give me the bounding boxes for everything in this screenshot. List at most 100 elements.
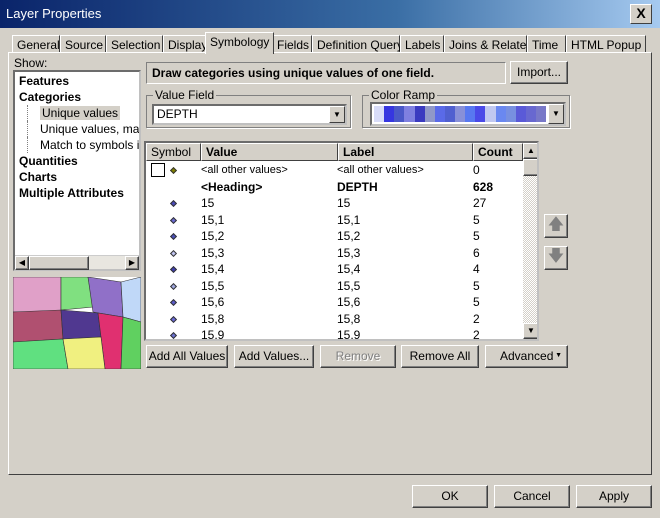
tree-item[interactable]: Features [19,73,135,89]
tab-general[interactable]: General [12,35,60,53]
ramp-color-cell [475,106,486,122]
values-table[interactable]: Symbol Value Label Count <all other valu… [144,141,539,341]
point-symbol-icon[interactable] [169,331,178,339]
move-up-arrow-icon[interactable]: 🡅 [544,214,568,238]
tree-item[interactable]: Unique values [27,105,135,121]
point-symbol-icon[interactable] [169,166,178,175]
tree-item[interactable]: Match to symbols in a style [27,137,139,153]
ok-button[interactable]: OK [412,485,488,508]
point-symbol-icon[interactable] [169,265,178,274]
table-row[interactable]: 15,3 15,3 6 [146,245,522,262]
cell-label[interactable]: DEPTH [337,179,378,195]
point-symbol-icon[interactable] [169,298,178,307]
ramp-color-cell [434,106,445,122]
point-symbol-icon[interactable] [169,232,178,241]
cell-label[interactable]: 15,2 [337,228,360,244]
header-label[interactable]: Label [338,143,473,161]
cell-value: 15,8 [201,311,225,326]
title-bar: Layer Properties [0,0,660,28]
show-tree[interactable]: Features Categories Unique values Unique va… [13,70,141,271]
ramp-color-cell [515,106,526,122]
color-ramp-select[interactable]: ▼ [370,102,566,126]
move-down-arrow-icon[interactable]: 🡇 [544,246,568,270]
tab-symbology[interactable]: Symbology [205,32,274,54]
cell-label[interactable]: 15,3 [337,245,360,261]
apply-button[interactable]: Apply [576,485,652,508]
table-row[interactable]: 15 15 27 [146,195,522,212]
table-row[interactable]: <Heading> DEPTH 628 [146,179,522,196]
table-row[interactable]: 15,1 15,1 5 [146,212,522,229]
tab-selection[interactable]: Selection [106,35,163,53]
scroll-right-icon[interactable]: ▶ [125,256,139,270]
ramp-color-cell [525,106,536,122]
tree-item[interactable]: Charts [19,169,135,185]
cell-count: 628 [473,179,494,194]
ramp-color-cell [505,106,516,122]
value-field-select[interactable]: DEPTH ▼ [152,104,347,125]
table-row[interactable]: <all other values> <all other values> 0 [146,162,522,179]
chevron-down-icon[interactable]: ▼ [548,104,564,124]
header-value[interactable]: Value [201,143,338,161]
checkbox[interactable] [151,163,165,177]
table-row[interactable]: 15,5 15,5 5 [146,278,522,295]
cell-label[interactable]: 15,8 [337,311,360,327]
cell-label[interactable]: 15,6 [337,294,360,310]
point-symbol-icon[interactable] [169,249,178,257]
cell-value: 15,4 [201,262,225,276]
chevron-down-icon[interactable]: ▼ [329,106,345,123]
cell-label[interactable]: 15,4 [337,261,360,277]
tree-item[interactable]: Multiple Attributes [19,185,135,201]
tree-item[interactable]: Quantities [19,153,135,169]
ramp-color-cell [444,106,455,122]
header-symbol[interactable]: Symbol [146,143,201,161]
tab-fields[interactable]: Fields [272,35,312,53]
tab-labels[interactable]: Labels [400,35,444,53]
table-row[interactable]: 15,8 15,8 2 [146,311,522,328]
table-row[interactable]: 15,6 15,6 5 [146,294,522,311]
tree-item-label: Charts [19,170,58,184]
tree-item[interactable]: Categories [19,89,135,105]
remove-button[interactable]: Remove [320,345,396,368]
cell-label[interactable]: 15,1 [337,212,360,228]
tree-item[interactable]: Unique values, many fields [27,121,139,137]
cancel-button[interactable]: Cancel [494,485,570,508]
scroll-thumb[interactable] [523,159,537,176]
cell-label[interactable]: 15,5 [337,278,360,294]
add-values-button[interactable]: Add Values... [234,345,314,368]
add-all-values-button[interactable]: Add All Values [146,345,228,368]
point-symbol-icon[interactable] [169,315,178,323]
cell-label[interactable]: 15,9 [337,327,360,339]
tab-definition-query[interactable]: Definition Query [312,35,403,53]
tab-display[interactable]: Display [163,35,207,53]
remove-all-button[interactable]: Remove All [401,345,479,368]
cell-value: 15 [201,196,215,210]
symbology-preview-map [13,277,141,369]
tree-horizontal-scrollbar[interactable]: ◀ ▶ [15,255,139,270]
table-row[interactable]: 15,4 15,4 4 [146,261,522,278]
close-button[interactable]: X [630,4,652,24]
point-symbol-icon[interactable] [169,199,178,208]
point-symbol-icon[interactable] [169,216,178,224]
cell-label[interactable]: 15 [337,195,350,211]
advanced-label: Advanced [500,349,554,363]
tree-item-label: Quantities [19,154,78,168]
dropdown-arrow-icon: ▼ [555,352,562,359]
tab-html-popup[interactable]: HTML Popup [566,35,646,53]
import-button[interactable]: Import... [510,61,568,84]
scroll-left-icon[interactable]: ◀ [15,256,29,270]
table-row[interactable]: 15,2 15,2 5 [146,228,522,245]
scroll-up-icon[interactable]: ▲ [523,143,537,159]
scroll-down-icon[interactable]: ▼ [523,323,537,339]
point-symbol-icon[interactable] [169,282,178,290]
tab-source[interactable]: Source [60,35,106,53]
scroll-thumb[interactable] [29,256,89,270]
cell-label[interactable]: <all other values> [337,162,424,178]
tab-joins-relates[interactable]: Joins & Relates [444,35,532,53]
value-field-label: Value Field [153,88,217,102]
advanced-button[interactable]: Advanced ▼ [485,345,568,368]
header-count[interactable]: Count [473,143,523,161]
table-vertical-scrollbar[interactable]: ▲ ▼ [523,143,537,339]
table-row[interactable]: 15,9 15,9 2 [146,327,522,339]
description-text: Draw categories using unique values of o… [146,62,506,84]
tab-time[interactable]: Time [527,35,566,53]
